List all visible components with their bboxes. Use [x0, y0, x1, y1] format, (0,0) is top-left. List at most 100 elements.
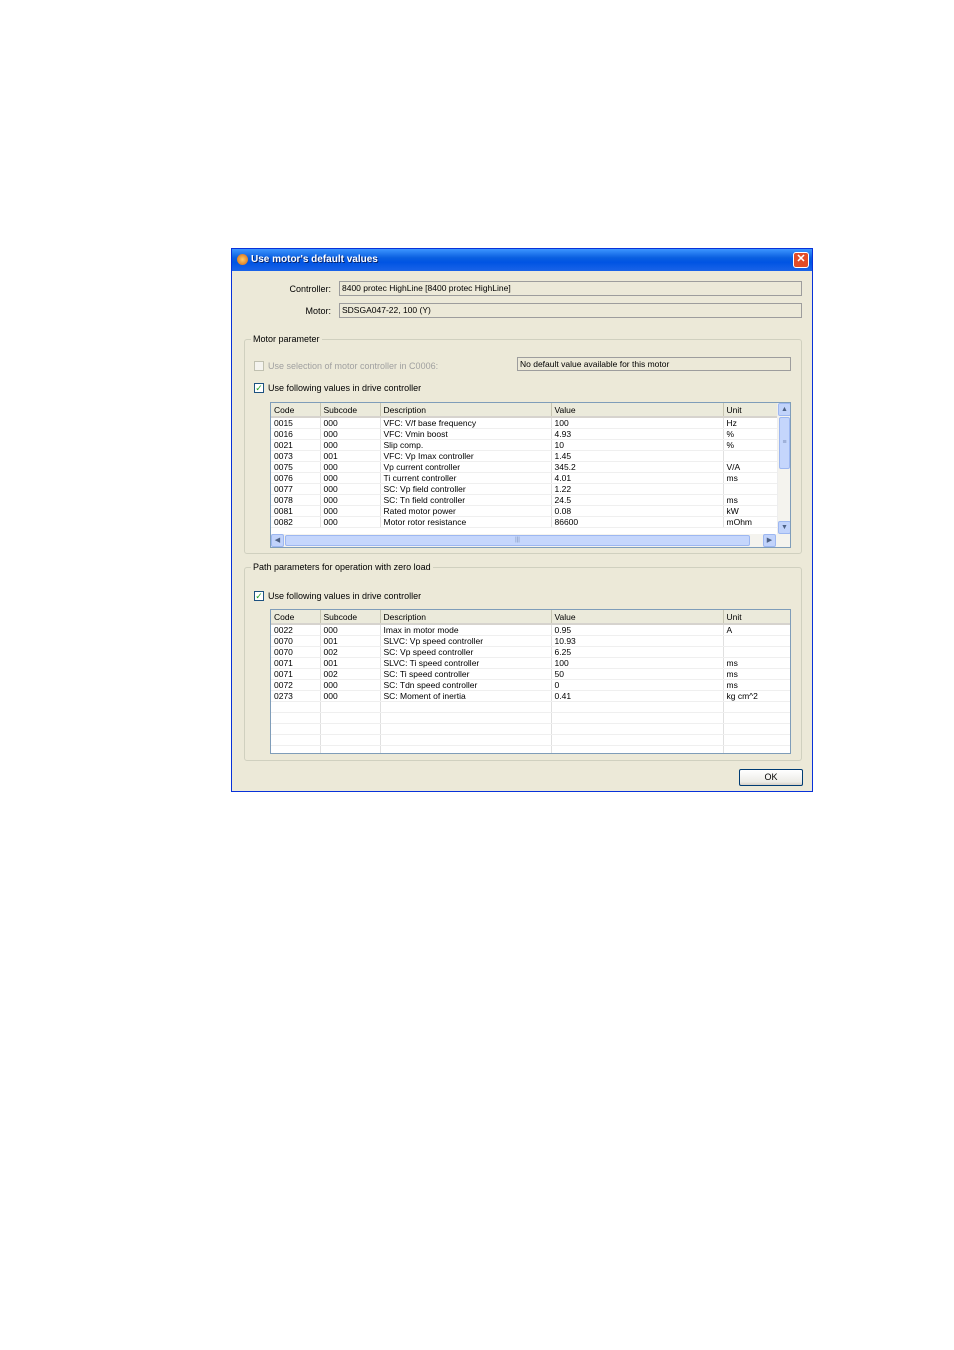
- empty-cell: [320, 734, 381, 746]
- table-row[interactable]: 0073 001 VFC: Vp Imax controller 1.45: [271, 450, 778, 462]
- table-row[interactable]: 0071 002 SC: Ti speed controller 50 ms: [271, 668, 790, 680]
- column-header[interactable]: Code: [271, 610, 321, 625]
- table-cell: SC: Vp field controller: [380, 483, 552, 495]
- column-header[interactable]: Description: [380, 403, 552, 418]
- table-row[interactable]: 0016 000 VFC: Vmin boost 4.93%: [271, 428, 778, 440]
- table-row[interactable]: 0076 000 Ti current controller 4.01 ms: [271, 472, 778, 484]
- motor-parameter-title: Motor parameter: [251, 334, 322, 344]
- use-selection-label: Use selection of motor controller in C00…: [268, 361, 439, 371]
- use-selection-checkbox[interactable]: [254, 361, 264, 371]
- table-cell: 0: [551, 679, 724, 691]
- use-motor-values-label: Use following values in drive controller: [268, 383, 422, 393]
- table-cell: 000: [320, 690, 381, 702]
- table-cell: 0015: [271, 417, 321, 429]
- empty-cell: [551, 723, 724, 735]
- table-row[interactable]: 0071 001 SLVC: Ti speed controller 100 ms: [271, 657, 790, 669]
- scroll-up-button[interactable]: ▲: [778, 403, 790, 416]
- table-cell: mOhm: [723, 516, 778, 528]
- table-cell: VFC: V/f base frequency: [380, 417, 552, 429]
- column-header[interactable]: Code: [271, 403, 321, 418]
- table-cell: 001: [320, 657, 381, 669]
- column-header[interactable]: Value: [551, 403, 724, 418]
- table-cell: %: [723, 428, 778, 440]
- use-path-values-checkbox[interactable]: ✓: [254, 591, 264, 601]
- motor-grid-vscroll[interactable]: ▲ ≡ ▼: [777, 403, 790, 534]
- table-row[interactable]: 0015 000 VFC: V/f base frequency 100 Hz: [271, 417, 778, 429]
- table-cell: SC: Tn field controller: [380, 494, 552, 506]
- table-cell: SLVC: Ti speed controller: [380, 657, 552, 669]
- title-bar[interactable]: Use motor's default values ✕: [232, 249, 812, 271]
- close-button[interactable]: ✕: [793, 252, 809, 268]
- column-header[interactable]: Value: [551, 610, 724, 625]
- window-title: Use motor's default values: [251, 254, 378, 265]
- table-cell: 000: [320, 624, 381, 636]
- empty-cell: [551, 712, 724, 724]
- vscroll-thumb[interactable]: ≡: [779, 417, 790, 469]
- table-row[interactable]: 0070 001 SLVC: Vp speed controller 10.93: [271, 635, 790, 647]
- path-parameter-title: Path parameters for operation with zero …: [251, 562, 433, 572]
- column-header[interactable]: Description: [380, 610, 552, 625]
- table-cell: 001: [320, 635, 381, 647]
- table-row[interactable]: 0078 000 SC: Tn field controller 24.5 ms: [271, 494, 778, 506]
- table-cell: 0070: [271, 646, 321, 658]
- empty-cell: [551, 701, 724, 713]
- scroll-right-button[interactable]: ▶: [763, 534, 776, 547]
- table-cell: 0075: [271, 461, 321, 473]
- table-cell: Slip comp.: [380, 439, 552, 451]
- table-cell: Rated motor power: [380, 505, 552, 517]
- table-cell: 0016: [271, 428, 321, 440]
- table-cell: 6.25: [551, 646, 724, 658]
- table-cell: 000: [320, 483, 381, 495]
- empty-cell: [271, 712, 321, 724]
- ok-button[interactable]: OK: [739, 769, 803, 786]
- table-cell: 0.41: [551, 690, 724, 702]
- column-header[interactable]: Subcode: [320, 403, 381, 418]
- motor-field: SDSGA047-22, 100 (Y): [339, 303, 802, 318]
- table-cell: SC: Tdn speed controller: [380, 679, 552, 691]
- table-cell: [723, 635, 790, 647]
- table-row[interactable]: 0072 000 SC: Tdn speed controller 0 ms: [271, 679, 790, 691]
- empty-cell: [320, 723, 381, 735]
- scroll-left-button[interactable]: ◀: [271, 534, 284, 547]
- table-row[interactable]: 0081 000 Rated motor power 0.08 kW: [271, 505, 778, 517]
- table-cell: 0021: [271, 439, 321, 451]
- controller-field: 8400 protec HighLine [8400 protec HighLi…: [339, 281, 802, 296]
- empty-cell: [723, 745, 790, 753]
- app-icon: [237, 254, 248, 265]
- table-cell: V/A: [723, 461, 778, 473]
- table-cell: 001: [320, 450, 381, 462]
- table-cell: 10: [551, 439, 724, 451]
- table-row[interactable]: 0075 000 Vp current controller 345.2 V/A: [271, 461, 778, 473]
- table-row[interactable]: 0070 002 SC: Vp speed controller 6.25: [271, 646, 790, 658]
- table-row[interactable]: 0273 000 SC: Moment of inertia 0.41 kg cm^2: [271, 690, 790, 702]
- table-cell: ms: [723, 472, 778, 484]
- hscroll-thumb[interactable]: |||: [285, 535, 750, 546]
- column-header[interactable]: Unit: [723, 403, 778, 418]
- table-cell: 0078: [271, 494, 321, 506]
- table-cell: 10.93: [551, 635, 724, 647]
- table-cell: VFC: Vp Imax controller: [380, 450, 552, 462]
- table-row[interactable]: 0077 000 SC: Vp field controller 1.22: [271, 483, 778, 495]
- table-cell: Motor rotor resistance: [380, 516, 552, 528]
- table-cell: 000: [320, 417, 381, 429]
- scroll-down-button[interactable]: ▼: [778, 521, 790, 534]
- table-row[interactable]: 0082 000 Motor rotor resistance 86600 mOhm: [271, 516, 778, 528]
- table-cell: 000: [320, 505, 381, 517]
- path-parameter-group: Path parameters for operation with zero …: [244, 562, 802, 761]
- table-row[interactable]: 0022 000 Imax in motor mode 0.95 A: [271, 624, 790, 636]
- table-cell: Imax in motor mode: [380, 624, 552, 636]
- column-header[interactable]: Subcode: [320, 610, 381, 625]
- table-row[interactable]: 0021 000 Slip comp. 10%: [271, 439, 778, 451]
- table-cell: 345.2: [551, 461, 724, 473]
- empty-cell: [320, 745, 381, 753]
- empty-cell: [380, 701, 552, 713]
- column-header[interactable]: Unit: [723, 610, 790, 625]
- table-cell: 000: [320, 516, 381, 528]
- table-cell: 002: [320, 668, 381, 680]
- table-cell: 4.93: [551, 428, 724, 440]
- use-motor-values-checkbox[interactable]: ✓: [254, 383, 264, 393]
- table-cell: 000: [320, 439, 381, 451]
- table-cell: 4.01: [551, 472, 724, 484]
- empty-row: [271, 734, 790, 746]
- motor-grid-hscroll[interactable]: ◀ ||| ▶: [271, 534, 790, 547]
